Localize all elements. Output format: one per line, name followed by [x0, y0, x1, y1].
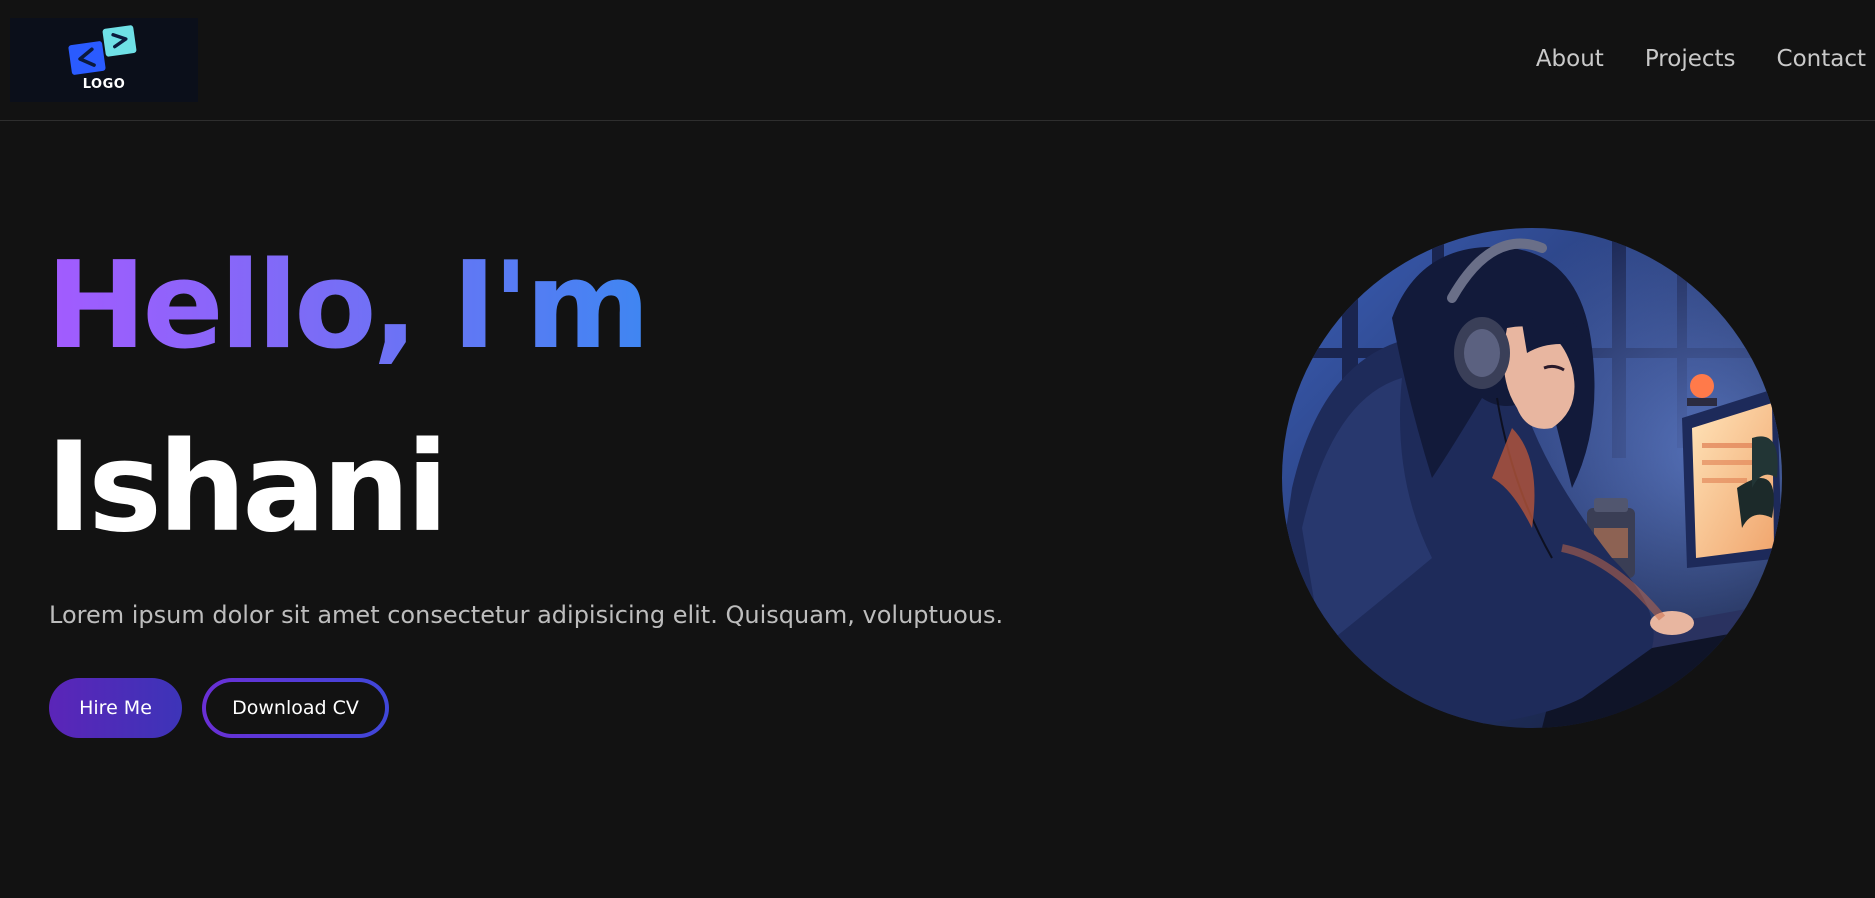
- logo[interactable]: LOGO: [10, 18, 198, 102]
- profile-avatar: [1282, 228, 1782, 728]
- site-header: LOGO About Projects Contact: [0, 0, 1875, 121]
- main-nav: About Projects Contact: [1536, 44, 1866, 74]
- nav-link-contact[interactable]: Contact: [1777, 44, 1866, 74]
- hero-name: Ishani: [46, 416, 449, 560]
- hero-tagline: Lorem ipsum dolor sit amet consectetur a…: [49, 601, 1004, 629]
- hero-greeting: Hello, I'm: [46, 232, 650, 382]
- anime-girl-at-computer-illustration: [1282, 228, 1782, 728]
- logo-text: LOGO: [82, 77, 126, 92]
- nav-link-about[interactable]: About: [1536, 44, 1604, 74]
- nav-link-projects[interactable]: Projects: [1645, 44, 1736, 74]
- download-cv-button[interactable]: Download CV: [202, 678, 389, 738]
- hire-me-button[interactable]: Hire Me: [49, 678, 182, 738]
